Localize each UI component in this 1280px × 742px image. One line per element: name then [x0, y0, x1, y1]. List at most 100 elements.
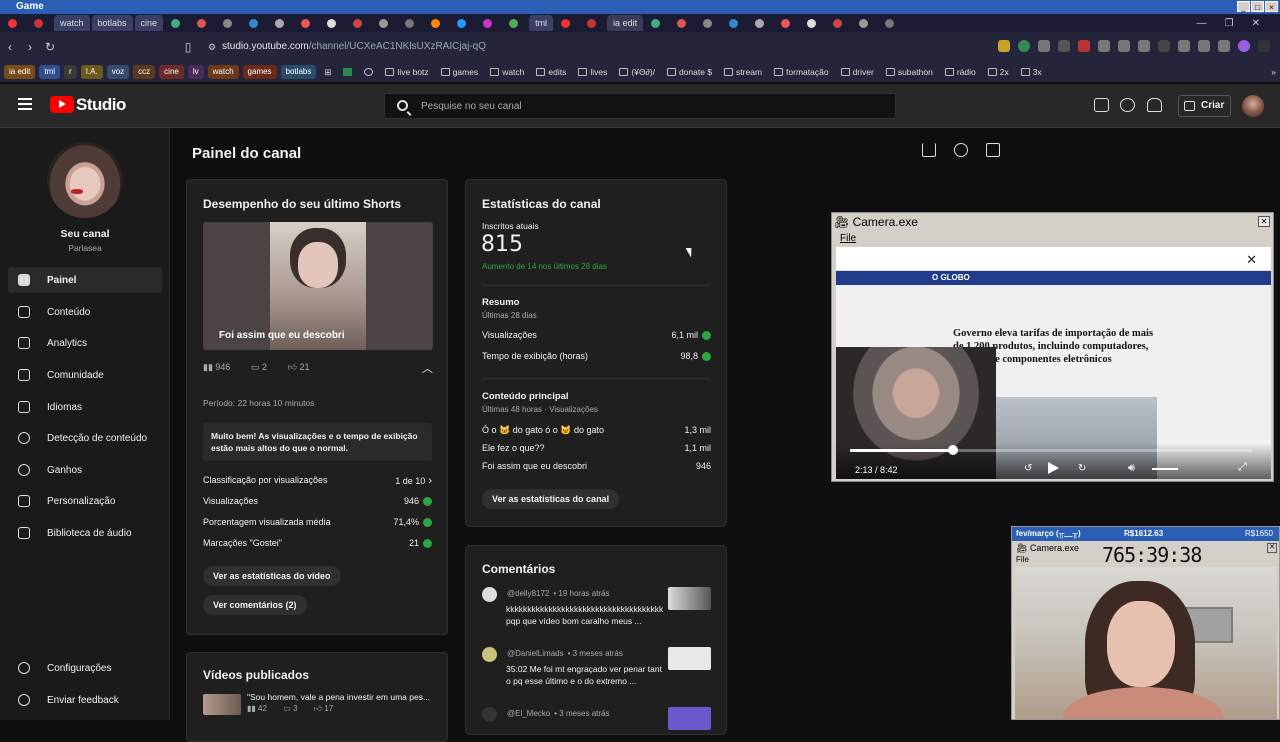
help-icon[interactable]: [1120, 98, 1135, 112]
browser-tab[interactable]: [697, 15, 721, 31]
apps-grid-icon[interactable]: ⊞: [320, 67, 335, 78]
video-progress-knob[interactable]: [947, 445, 958, 455]
browser-tab[interactable]: [555, 15, 579, 31]
browser-tab[interactable]: [373, 15, 397, 31]
sidebar-item-community[interactable]: Comunidade: [8, 362, 162, 388]
bookmark-pill[interactable]: watch: [207, 65, 239, 79]
extension-icon[interactable]: [1218, 40, 1230, 52]
extension-icon[interactable]: [1118, 40, 1130, 52]
menu-dots-icon[interactable]: [1258, 40, 1270, 52]
extension-icon[interactable]: [1138, 40, 1150, 52]
sidebar-item-earnings[interactable]: Ganhos: [8, 457, 162, 483]
play-icon[interactable]: [1048, 462, 1059, 474]
back-arrow-icon[interactable]: ‹: [0, 40, 20, 54]
volume-icon[interactable]: 🔊︎: [1128, 462, 1135, 475]
profile-icon[interactable]: [1238, 40, 1250, 52]
comment-video-thumbnail[interactable]: [668, 647, 711, 670]
bookmark-icon[interactable]: [339, 68, 356, 76]
bookmark-folder[interactable]: 3x: [1017, 67, 1046, 77]
browser-tab[interactable]: [853, 15, 877, 31]
subtitles-icon[interactable]: [1094, 98, 1109, 112]
browser-tab[interactable]: [321, 15, 345, 31]
view-comments-button[interactable]: Ver comentários (2): [203, 595, 307, 615]
bookmark-folder[interactable]: lives: [574, 67, 611, 77]
rewind-icon[interactable]: ↺: [1024, 463, 1032, 474]
browser-tab[interactable]: ia edit: [607, 15, 644, 31]
sidebar-item-settings[interactable]: Configurações: [8, 655, 162, 681]
bookmark-folder[interactable]: (¥Θ∂)/: [615, 67, 659, 77]
sidebar-item-customization[interactable]: Personalização: [8, 488, 162, 514]
browser-tab[interactable]: [451, 15, 475, 31]
browser-tab[interactable]: [503, 15, 527, 31]
video-stats-button[interactable]: Ver as estatísticas do vídeo: [203, 566, 341, 586]
browser-tab[interactable]: watch: [54, 15, 90, 31]
forward-icon[interactable]: ↻: [1078, 463, 1086, 474]
file-menu[interactable]: File: [1016, 555, 1029, 564]
browser-tab[interactable]: [477, 15, 501, 31]
extension-icon[interactable]: [998, 40, 1010, 52]
browser-tab[interactable]: [28, 15, 52, 31]
sidebar-item-content-detection[interactable]: Detecção de conteúdo: [8, 425, 162, 451]
browser-tab[interactable]: tml: [529, 15, 554, 31]
extension-icon[interactable]: [1018, 40, 1030, 52]
bookmark-pill[interactable]: ia edit: [4, 65, 36, 79]
browser-tab[interactable]: [165, 15, 189, 31]
reload-icon[interactable]: ↻: [40, 40, 60, 54]
bookmark-pill[interactable]: r: [64, 65, 77, 79]
restore-icon[interactable]: ❐: [1225, 18, 1234, 29]
close-icon[interactable]: ✕: [1267, 543, 1277, 553]
bookmark-pill[interactable]: lv: [187, 65, 204, 79]
bookmark-folder[interactable]: formatação: [770, 67, 833, 77]
video-thumbnail[interactable]: [203, 694, 241, 715]
video-progress-bar[interactable]: [850, 445, 1252, 455]
comment-author-avatar[interactable]: [482, 587, 497, 602]
sidebar-item-analytics[interactable]: Analytics: [8, 330, 162, 356]
forward-arrow-icon[interactable]: ›: [20, 40, 40, 54]
close-icon[interactable]: ×: [1265, 1, 1278, 12]
browser-tab[interactable]: [645, 15, 669, 31]
minimize-icon[interactable]: _: [1237, 1, 1250, 12]
bookmark-folder[interactable]: driver: [837, 67, 878, 77]
bookmark-folder[interactable]: stream: [720, 67, 766, 77]
extension-icon[interactable]: [1038, 40, 1050, 52]
file-menu[interactable]: File: [840, 233, 856, 244]
sidebar-item-dashboard[interactable]: Painel: [8, 267, 162, 293]
comment-author[interactable]: @DanielLimads: [507, 649, 564, 658]
close-icon[interactable]: ✕: [1252, 18, 1260, 29]
studio-logo-text[interactable]: Studio: [76, 95, 126, 115]
bookmark-pill[interactable]: games: [242, 65, 277, 79]
url-field[interactable]: studio.youtube.com/channel/UCXeAC1NKlsUX…: [222, 32, 486, 62]
sidebar-item-feedback[interactable]: Enviar feedback: [8, 687, 162, 713]
browser-tab[interactable]: [879, 15, 903, 31]
youtube-logo-icon[interactable]: [50, 96, 74, 113]
comment-author-avatar[interactable]: [482, 647, 497, 662]
comment-video-thumbnail[interactable]: [668, 587, 711, 610]
maximize-icon[interactable]: □: [1251, 1, 1264, 12]
browser-tab[interactable]: [295, 15, 319, 31]
create-button[interactable]: Criar: [1178, 95, 1232, 117]
bookmark-pill[interactable]: botlabs: [280, 65, 317, 79]
browser-tab[interactable]: [347, 15, 371, 31]
bookmark-folder[interactable]: 2x: [984, 67, 1013, 77]
browser-tab[interactable]: [723, 15, 747, 31]
collapse-chevron-icon[interactable]: ︿: [422, 360, 433, 376]
go-live-icon[interactable]: [954, 143, 968, 157]
channel-search[interactable]: [384, 93, 896, 119]
browser-tab[interactable]: cine: [134, 15, 164, 31]
search-input[interactable]: [421, 94, 881, 118]
browser-tab[interactable]: botlabs: [91, 15, 133, 31]
more-bookmarks-icon[interactable]: »: [1267, 67, 1280, 77]
bookmark-pill[interactable]: voz: [106, 65, 130, 79]
browser-tab[interactable]: [581, 15, 605, 31]
sidebar-item-languages[interactable]: Idiomas: [8, 394, 162, 420]
bookmark-folder[interactable]: donate $: [663, 67, 716, 77]
extension-icon[interactable]: [1098, 40, 1110, 52]
camera-window-2[interactable]: fev/março (╥﹏╥) R$1612.63 R$1650 🎥︎ Camera…: [1011, 526, 1280, 720]
extension-icon[interactable]: [1078, 40, 1090, 52]
comment-author[interactable]: @El_Mecko: [507, 709, 550, 718]
extension-icon[interactable]: [1178, 40, 1190, 52]
browser-tab[interactable]: [217, 15, 241, 31]
browser-tab[interactable]: [269, 15, 293, 31]
sidebar-item-audio-library[interactable]: Biblioteca de áudio: [8, 520, 162, 546]
channel-stats-button[interactable]: Ver as estatísticas do canal: [482, 489, 620, 509]
